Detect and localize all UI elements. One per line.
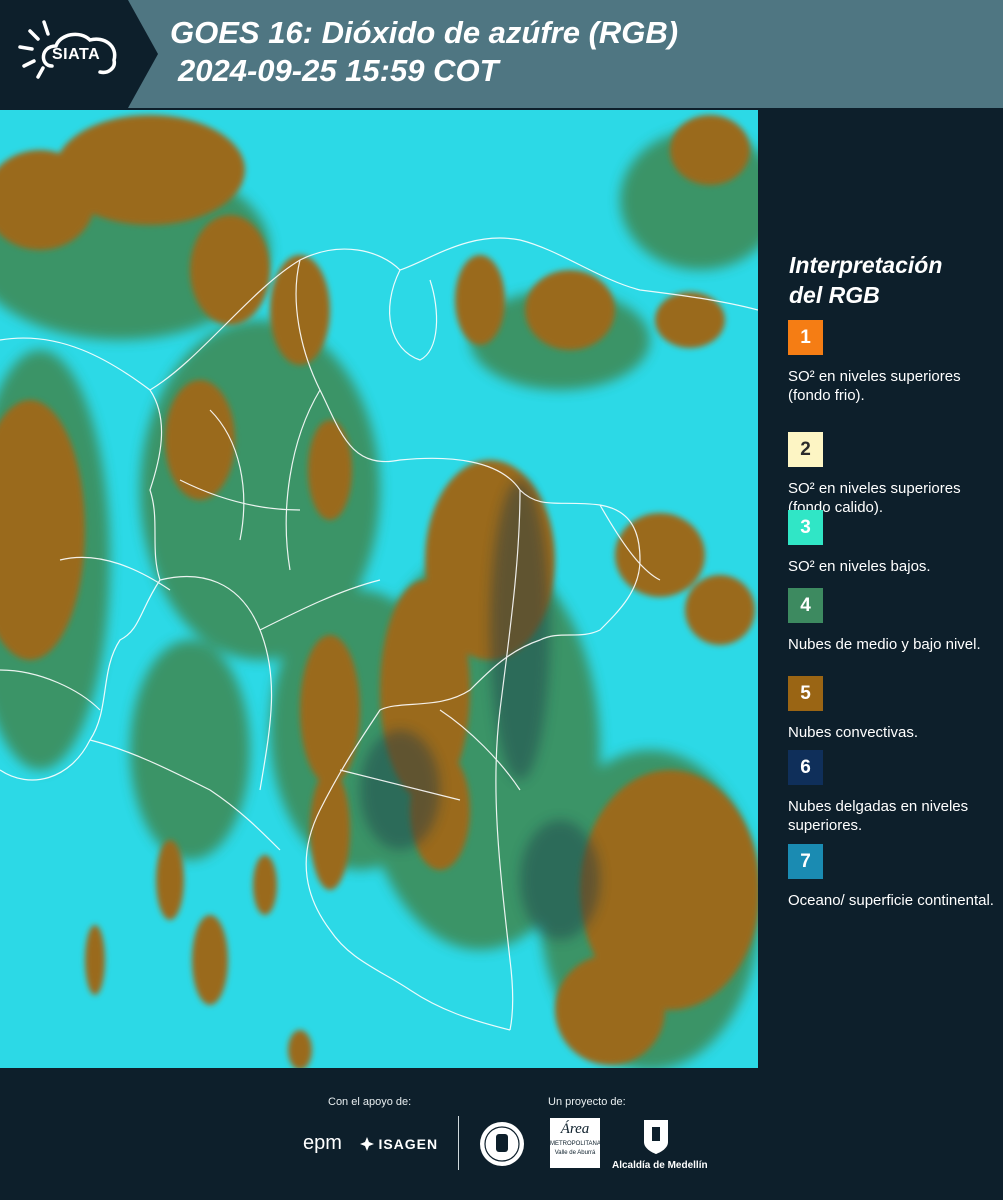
legend-item-3: 3 SO² en niveles bajos. xyxy=(788,510,998,576)
area-logo-line-2: METROPOLITANA xyxy=(550,1141,601,1147)
legend-label-1: SO² en niveles superiores (fondo frio). xyxy=(788,368,961,404)
isagen-logo: ISAGEN xyxy=(360,1136,438,1154)
legend-item-7: 7 Oceano/ superficie continental. xyxy=(788,844,998,910)
project-label: Un proyecto de: xyxy=(548,1096,626,1108)
legend-swatch-1: 1 xyxy=(788,320,823,355)
area-logo-line-3: Valle de Aburrá xyxy=(554,1150,596,1156)
epm-logo: epm xyxy=(303,1132,342,1154)
legend-panel: Interpretación del RGB 1 SO² en niveles s… xyxy=(760,110,1003,1068)
legend-item-4: 4 Nubes de medio y bajo nivel. xyxy=(788,588,998,654)
legend-item-6: 6 Nubes delgadas en niveles superiores. xyxy=(788,750,998,835)
legend-item-2: 2 SO² en niveles superiores (fondo calido… xyxy=(788,432,998,517)
legend-swatch-2: 2 xyxy=(788,432,823,467)
logo-text: SIATA xyxy=(52,46,101,63)
siata-logo: SIATA xyxy=(0,0,158,108)
isagen-mark-icon xyxy=(360,1137,374,1151)
isagen-text: ISAGEN xyxy=(378,1136,439,1152)
legend-item-1: 1 SO² en niveles superiores (fondo frio). xyxy=(788,320,998,405)
title-line-1: GOES 16: Dióxido de azúfre (RGB) xyxy=(170,15,679,50)
legend-swatch-4: 4 xyxy=(788,588,823,623)
area-logo-line-1: Área xyxy=(560,1121,590,1137)
legend-title-line-2: del RGB xyxy=(789,282,880,308)
medellin-seal-icon xyxy=(480,1122,524,1166)
legend-title: Interpretación del RGB xyxy=(789,250,942,310)
medellin-shield-icon xyxy=(644,1120,668,1154)
legend-label-3: SO² en niveles bajos. xyxy=(788,558,931,575)
legend-swatch-3: 3 xyxy=(788,510,823,545)
alcaldia-text: Alcaldía de Medellín xyxy=(612,1160,708,1171)
legend-swatch-6: 6 xyxy=(788,750,823,785)
area-metropolitana-logo: Área METROPOLITANA Valle de Aburrá xyxy=(550,1118,601,1168)
page-title: GOES 16: Dióxido de azúfre (RGB) 2024-09… xyxy=(170,14,678,90)
satellite-image xyxy=(0,110,758,1068)
legend-swatch-5: 5 xyxy=(788,676,823,711)
legend-label-5: Nubes convectivas. xyxy=(788,724,919,741)
legend-item-5: 5 Nubes convectivas. xyxy=(788,676,998,742)
satellite-map xyxy=(0,110,758,1068)
legend-label-4: Nubes de medio y bajo nivel. xyxy=(788,636,981,653)
title-line-2: 2024-09-25 15:59 COT xyxy=(178,53,499,88)
footer-divider xyxy=(458,1116,459,1170)
legend-label-6: Nubes delgadas en niveles superiores. xyxy=(788,798,969,834)
header-bar: SIATA GOES 16: Dióxido de azúfre (RGB) 2… xyxy=(0,0,1003,108)
legend-label-7: Oceano/ superficie continental. xyxy=(788,892,994,909)
legend-title-line-1: Interpretación xyxy=(789,252,943,278)
footer: Con el apoyo de: Un proyecto de: epm ISA… xyxy=(0,1070,1003,1200)
support-label: Con el apoyo de: xyxy=(328,1096,412,1108)
legend-swatch-7: 7 xyxy=(788,844,823,879)
